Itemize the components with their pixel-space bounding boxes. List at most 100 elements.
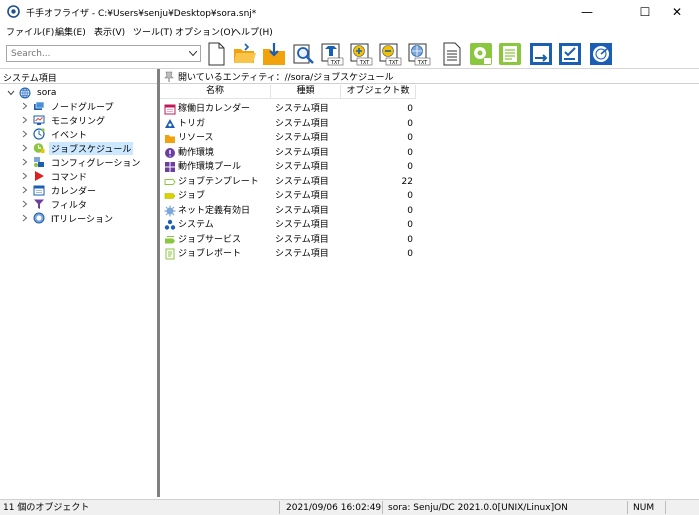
tree-item-event[interactable]: イベント [20,127,89,141]
column-header-name[interactable]: 名称 [160,85,271,99]
table-row[interactable]: 稼働日カレンダー システム項目 0 [160,102,420,117]
tree-item-monitoring[interactable]: モニタリング [20,113,107,127]
deploy-button[interactable] [558,42,582,66]
row-name: 動作環境 [178,147,215,158]
table-row[interactable]: システム システム項目 0 [160,218,420,233]
table-row[interactable]: リソース システム項目 0 [160,131,420,146]
search-combobox[interactable] [6,45,201,62]
row-type: システム項目 [275,249,329,259]
save-file-button[interactable] [262,42,286,66]
table-row[interactable]: 動作環境プール システム項目 0 [160,160,420,175]
export-txt-icon: TXT [408,43,431,66]
title-bar: 千手オフライザ - C:¥Users¥senju¥Desktop¥sora.sn… [0,0,699,24]
row-count: 0 [407,118,413,129]
chevron-right-icon[interactable] [20,115,30,125]
table-row[interactable]: ネット定義有効日 システム項目 0 [160,204,420,219]
chevron-right-icon[interactable] [20,185,30,195]
save-folder-icon [263,43,285,65]
row-name: ジョブサービス [178,234,242,245]
chevron-right-icon[interactable] [20,143,30,153]
search-input[interactable] [7,46,185,61]
row-name: システム [178,220,214,230]
app-logo-icon [7,5,20,18]
table-row[interactable]: ジョブ システム項目 0 [160,189,420,204]
command-icon [35,171,44,181]
table-row[interactable]: トリガ システム項目 0 [160,117,420,132]
upload-button[interactable] [529,42,553,66]
tree-item-label: ジョブスケジュール [49,141,134,155]
tree-item-label: ITリレーション [51,214,113,225]
tree-item-calendar[interactable]: カレンダー [20,183,98,197]
table-row[interactable]: 動作環境 システム項目 0 [160,146,420,161]
green-settings-icon [470,43,492,65]
export-txt-icon: TXT [321,43,344,66]
filter-icon [34,199,44,209]
chevron-right-icon[interactable] [20,101,30,111]
menu-edit[interactable]: 編集(E) [55,25,86,38]
tree-item-node-group[interactable]: ノードグループ [20,99,115,113]
svg-text:TXT: TXT [417,60,428,66]
menu-tools[interactable]: ツール(T) [133,25,173,38]
status-bar: 11 個のオブジェクト 2021/09/06 16:02:49 sora: Se… [0,499,699,515]
export-txt-button-3[interactable]: TXT [378,42,402,66]
row-type: システム項目 [275,220,329,230]
job-service-icon [165,235,175,243]
chevron-right-icon[interactable] [20,129,30,139]
export-txt-button-2[interactable]: TXT [349,42,373,66]
chevron-right-icon[interactable] [20,171,30,181]
svg-text:TXT: TXT [359,60,370,66]
green-tool-button[interactable] [469,42,493,66]
column-header-type[interactable]: 種類 [271,85,341,99]
tree-item-command[interactable]: コマンド [20,169,89,183]
menu-help[interactable]: ヘルプ(H) [232,25,273,38]
tree-item-it-relation[interactable]: ITリレーション [20,211,115,225]
close-button[interactable]: ✕ [655,0,699,24]
status-divider [627,501,628,514]
menu-options[interactable]: オプション(O) [175,25,234,38]
table-row[interactable]: ジョブテンプレート システム項目 22 [160,175,420,190]
radar-button[interactable] [589,42,613,66]
row-count: 0 [407,249,413,259]
status-server: sora: Senju/DC 2021.0.0[UNIX/Linux]ON [388,503,568,513]
tree-item-configuration[interactable]: コンフィグレーション [20,155,142,169]
green-report-button[interactable] [498,42,522,66]
chevron-down-icon[interactable] [6,88,16,98]
row-type: システム項目 [275,191,329,201]
row-type: システム項目 [275,133,329,143]
entity-path: 開いているエンティティ：//sora/ジョブスケジュール [178,72,394,83]
status-divider [382,501,383,514]
radar-icon [590,43,612,65]
tree-root-sora[interactable]: sora [6,86,58,100]
it-relation-icon [33,212,45,224]
column-header-count[interactable]: オブジェクト数 [341,85,416,99]
table-row[interactable]: ジョブサービス システム項目 0 [160,233,420,248]
chevron-right-icon[interactable] [20,199,30,209]
new-file-button[interactable] [204,42,228,66]
svg-text:TXT: TXT [330,60,341,66]
status-numlock: NUM [633,503,655,513]
content-pane: 開いているエンティティ：//sora/ジョブスケジュール 名称 種類 オブジェク… [160,69,699,497]
resource-icon [165,135,175,143]
chevron-right-icon[interactable] [20,213,30,223]
chevron-down-icon[interactable] [185,46,200,61]
table-row[interactable]: ジョブレポート システム項目 0 [160,247,420,262]
tree-item-filter[interactable]: フィルタ [20,197,89,211]
menu-view[interactable]: 表示(V) [94,25,125,38]
row-name: ジョブテンプレート [178,176,259,187]
status-divider [665,501,666,514]
row-type: システム項目 [275,147,329,158]
open-file-button[interactable] [233,42,257,66]
document-button[interactable] [440,42,464,66]
row-count: 0 [407,220,413,230]
row-count: 0 [407,191,413,201]
export-txt-button-1[interactable]: TXT [320,42,344,66]
chevron-right-icon[interactable] [20,157,30,167]
menu-file[interactable]: ファイル(F) [6,25,54,38]
search-object-button[interactable] [291,42,315,66]
tree-item-job-schedule[interactable]: ジョブスケジュール [20,141,134,155]
export-txt-button-4[interactable]: TXT [407,42,431,66]
minimize-button[interactable]: — [565,0,609,24]
row-type: システム項目 [275,118,329,129]
open-folder-icon [234,43,256,63]
tree-pane: システム項目 sora ノードグループ モニタリング イベント ジョブスケジュー… [0,69,157,497]
